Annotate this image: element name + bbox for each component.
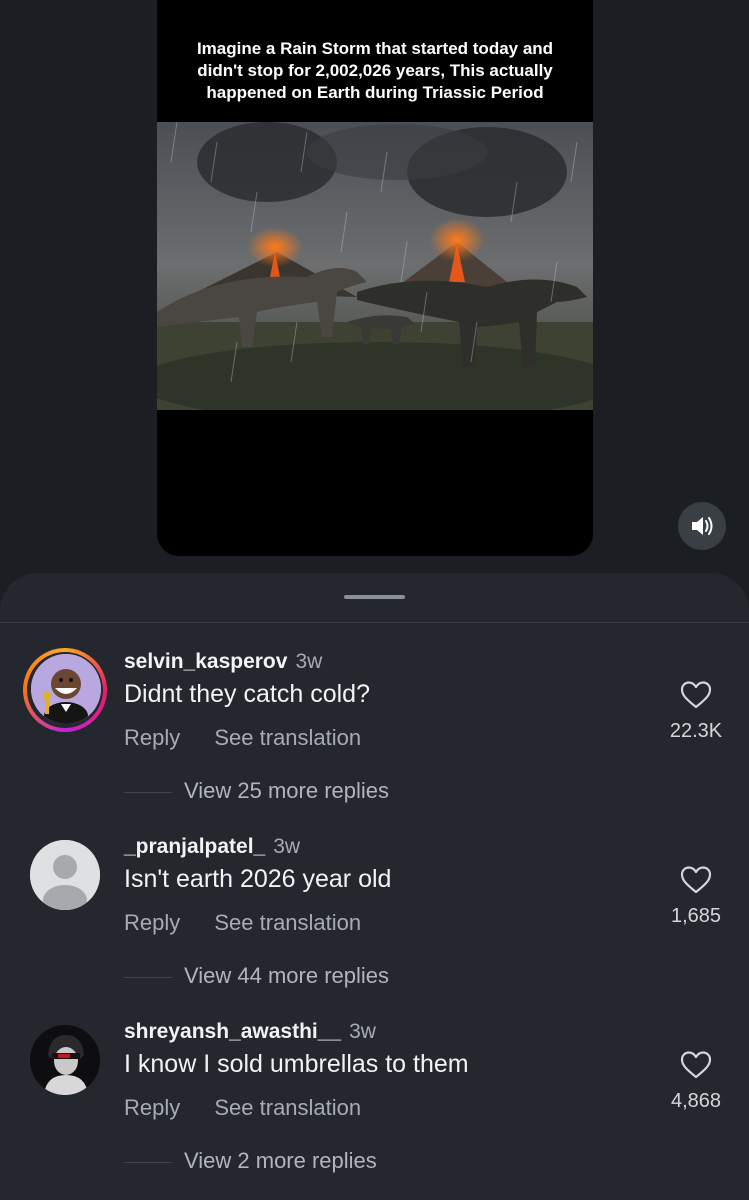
reply-button[interactable]: Reply — [124, 910, 180, 935]
comment-username[interactable]: selvin_kasperov 3w — [124, 650, 322, 674]
comment-item: shreyansh_awasthi__ 3w I know I sold umbr… — [0, 1020, 749, 1190]
like-button[interactable]: 1,685 — [656, 865, 736, 928]
replies-line — [124, 977, 172, 978]
avatar[interactable] — [30, 840, 100, 910]
user-avatar-illustration — [31, 654, 101, 724]
view-replies-button[interactable]: View 2 more replies — [184, 1148, 377, 1174]
heart-icon — [680, 681, 712, 709]
heart-icon — [680, 1051, 712, 1079]
see-translation-button[interactable]: See translation — [214, 725, 361, 750]
like-count: 4,868 — [670, 1090, 722, 1112]
sheet-divider — [0, 622, 749, 623]
user-avatar-illustration — [30, 1025, 100, 1095]
comment-time: 3w — [349, 1020, 376, 1043]
comment-time: 3w — [295, 650, 323, 673]
like-count: 1,685 — [670, 905, 722, 927]
like-count: 22.3K — [669, 720, 723, 742]
comment-time: 3w — [273, 835, 301, 858]
see-translation-button[interactable]: See translation — [214, 910, 361, 935]
reel-caption: Imagine a Rain Storm that started today … — [196, 39, 554, 102]
replies-line — [124, 1162, 172, 1163]
view-replies-button[interactable]: View 25 more replies — [184, 778, 389, 804]
replies-line — [124, 792, 172, 793]
like-button[interactable]: 4,868 — [656, 1050, 736, 1113]
heart-icon — [680, 866, 712, 894]
see-translation-button[interactable]: See translation — [214, 1095, 361, 1120]
speaker-icon — [692, 517, 713, 535]
mute-button[interactable] — [678, 502, 726, 550]
sheet-drag-handle[interactable] — [344, 595, 405, 599]
comment-item: _pranjalpatel_ 3w Isn't earth 2026 year o… — [0, 835, 749, 1005]
comment-username[interactable]: shreyansh_awasthi__ 3w — [124, 1020, 376, 1044]
reply-button[interactable]: Reply — [124, 725, 180, 750]
reply-button[interactable]: Reply — [124, 1095, 180, 1120]
comment-text: I know I sold umbrellas to them — [124, 1050, 469, 1078]
view-replies-button[interactable]: View 44 more replies — [184, 963, 389, 989]
comments-sheet: selvin_kasperov 3w Didnt they catch cold?… — [0, 573, 749, 1200]
avatar[interactable] — [30, 1025, 100, 1095]
comment-item: selvin_kasperov 3w Didnt they catch cold?… — [0, 648, 749, 820]
reel-video[interactable]: Imagine a Rain Storm that started today … — [157, 0, 593, 556]
comment-text: Didnt they catch cold? — [124, 680, 370, 708]
like-button[interactable]: 22.3K — [656, 680, 736, 743]
dinosaur-volcano-image — [157, 122, 593, 410]
comment-username[interactable]: _pranjalpatel_ 3w — [124, 835, 300, 859]
comment-text: Isn't earth 2026 year old — [124, 865, 392, 893]
avatar[interactable] — [31, 654, 101, 724]
default-user-icon — [30, 840, 100, 910]
